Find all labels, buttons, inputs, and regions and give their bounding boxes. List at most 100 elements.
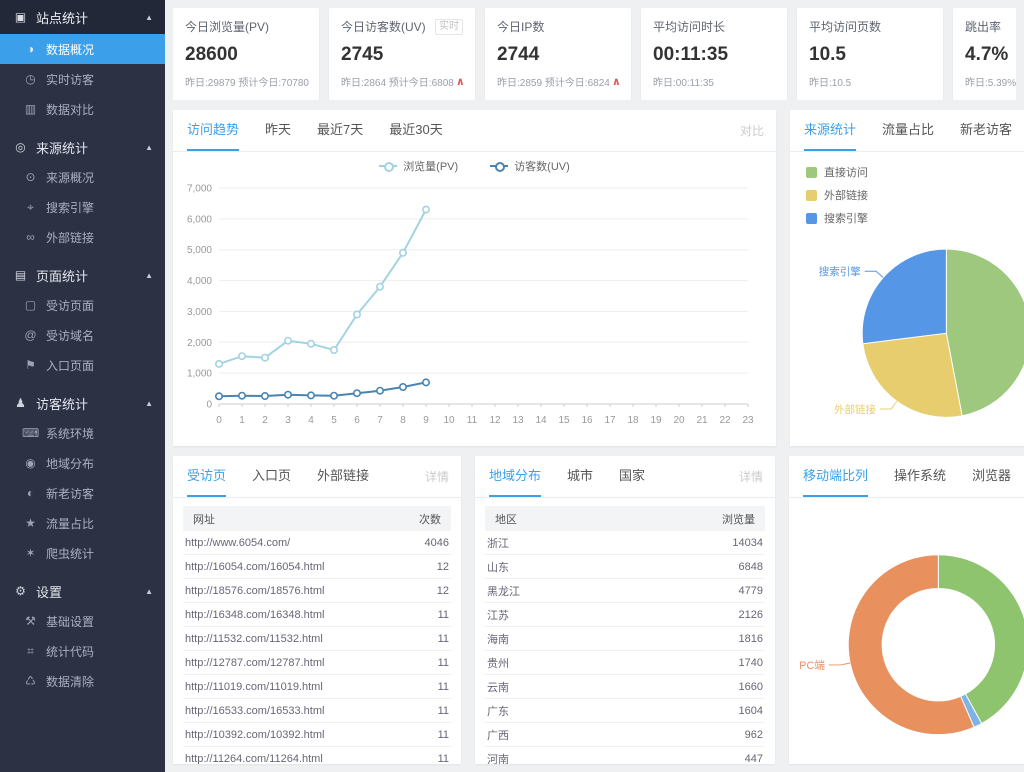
trend-tab[interactable]: 访问趋势 bbox=[187, 110, 239, 151]
sidebar-item[interactable]: ◎ 来源统计 ▲ bbox=[0, 132, 165, 162]
visited-tab[interactable]: 外部链接 bbox=[317, 456, 369, 497]
details-link[interactable]: 详情 bbox=[425, 456, 449, 498]
sidebar-item[interactable]: ◷ 实时访客 bbox=[0, 64, 165, 94]
sidebar-item[interactable]: ▥ 数据对比 bbox=[0, 94, 165, 124]
compare-link[interactable]: 对比 bbox=[740, 110, 764, 152]
svg-text:12: 12 bbox=[489, 415, 501, 426]
source-tab[interactable]: 来源统计 bbox=[804, 110, 856, 151]
table-row[interactable]: 广西 962 bbox=[485, 723, 765, 747]
table-row[interactable]: 海南 1816 bbox=[485, 627, 765, 651]
chevron-up-icon: ▲ bbox=[145, 13, 153, 22]
trend-panel: 访问趋势 昨天 最近7天 最近30天 对比 浏览量(PV) bbox=[173, 110, 776, 446]
sidebar-item[interactable]: ▢ 受访页面 bbox=[0, 290, 165, 320]
sidebar-item-icon: ◷ bbox=[22, 72, 39, 86]
region-tab[interactable]: 地域分布 bbox=[489, 456, 541, 497]
svg-text:1,000: 1,000 bbox=[187, 369, 212, 380]
sidebar-item[interactable]: ★ 流量占比 bbox=[0, 508, 165, 538]
trend-tab[interactable]: 最近30天 bbox=[389, 110, 442, 151]
sidebar-item[interactable]: ⌖ 搜索引擎 bbox=[0, 192, 165, 222]
sidebar-item-icon: ◐ bbox=[22, 486, 39, 500]
table-row[interactable]: http://16348.com/16348.html 11 bbox=[183, 603, 451, 627]
row-count: 1740 bbox=[739, 657, 763, 669]
stat-card-subtext: 昨日:2864 预计今日:6808 bbox=[341, 74, 454, 89]
stat-card: 今日IP数 2744 昨日:2859 预计今日:6824 ∧ bbox=[485, 8, 631, 100]
region-tab[interactable]: 国家 bbox=[619, 456, 645, 497]
sidebar-item[interactable]: ♟ 访客统计 ▲ bbox=[0, 388, 165, 418]
sidebar-item[interactable]: ⚙ 设置 ▲ bbox=[0, 576, 165, 606]
device-tab[interactable]: 浏览器 bbox=[972, 456, 1011, 497]
sidebar-item[interactable]: ◐ 新老访客 bbox=[0, 478, 165, 508]
row-count: 4779 bbox=[739, 585, 763, 597]
row-count: 11 bbox=[438, 705, 449, 717]
sidebar-item[interactable]: ◑ 数据概况 bbox=[0, 34, 165, 64]
legend-item[interactable]: 外部链接 bbox=[806, 187, 1024, 203]
source-tab[interactable]: 新老访客 bbox=[960, 110, 1012, 151]
visited-tab[interactable]: 受访页 bbox=[187, 456, 226, 497]
sidebar-item[interactable]: ⚑ 入口页面 bbox=[0, 350, 165, 380]
table-row[interactable]: 贵州 1740 bbox=[485, 651, 765, 675]
color-swatch-icon bbox=[806, 190, 817, 201]
trend-legend: 浏览量(PV) 访客数(UV) bbox=[173, 152, 776, 180]
trend-tab[interactable]: 最近7天 bbox=[317, 110, 363, 151]
table-row[interactable]: http://10392.com/10392.html 11 bbox=[183, 723, 451, 747]
stat-cards-row: 今日浏览量(PV) 28600 昨日:29879 预计今日:70780 今日访客… bbox=[173, 8, 1016, 100]
table-row[interactable]: 广东 1604 bbox=[485, 699, 765, 723]
sidebar-item[interactable]: ⌨ 系统环境 bbox=[0, 418, 165, 448]
visited-tab[interactable]: 入口页 bbox=[252, 456, 291, 497]
row-count: 12 bbox=[437, 585, 449, 597]
svg-text:7,000: 7,000 bbox=[187, 184, 212, 195]
device-tab[interactable]: 移动端比列 bbox=[803, 456, 868, 497]
stat-card-value: 2745 bbox=[341, 44, 463, 66]
table-row[interactable]: 黑龙江 4779 bbox=[485, 579, 765, 603]
svg-text:22: 22 bbox=[719, 415, 731, 426]
legend-label: 访客数(UV) bbox=[514, 158, 570, 174]
legend-item[interactable]: 访客数(UV) bbox=[490, 158, 570, 174]
sidebar-item[interactable]: ▤ 页面统计 ▲ bbox=[0, 260, 165, 290]
table-row[interactable]: http://18576.com/18576.html 12 bbox=[183, 579, 451, 603]
details-link[interactable]: 详情 bbox=[739, 456, 763, 498]
svg-text:20: 20 bbox=[673, 415, 685, 426]
table-row[interactable]: http://www.6054.com/ 4046 bbox=[183, 531, 451, 555]
legend-label: 直接访问 bbox=[824, 164, 868, 180]
legend-item[interactable]: 浏览量(PV) bbox=[379, 158, 458, 174]
row-count: 4046 bbox=[425, 537, 449, 549]
table-row[interactable]: http://11264.com/11264.html 11 bbox=[183, 747, 451, 764]
sidebar-item-label: 数据对比 bbox=[46, 101, 153, 118]
table-row[interactable]: 云南 1660 bbox=[485, 675, 765, 699]
table-row[interactable]: http://16054.com/16054.html 12 bbox=[183, 555, 451, 579]
table-row[interactable]: http://11019.com/11019.html 11 bbox=[183, 675, 451, 699]
row-count: 1604 bbox=[739, 705, 763, 717]
trend-tab[interactable]: 昨天 bbox=[265, 110, 291, 151]
table-row[interactable]: http://11532.com/11532.html 11 bbox=[183, 627, 451, 651]
stat-card-subtext: 昨日:2859 预计今日:6824 bbox=[497, 74, 610, 89]
row-url: http://11264.com/11264.html bbox=[185, 753, 323, 765]
stat-card: 今日浏览量(PV) 28600 昨日:29879 预计今日:70780 bbox=[173, 8, 319, 100]
visit-trend-line-chart: 01,0002,0003,0004,0005,0006,0007,0000123… bbox=[173, 180, 768, 430]
chevron-up-icon: ▲ bbox=[145, 271, 153, 280]
region-tab[interactable]: 城市 bbox=[567, 456, 593, 497]
table-row[interactable]: 江苏 2126 bbox=[485, 603, 765, 627]
sidebar-item[interactable]: ⊙ 来源概况 bbox=[0, 162, 165, 192]
sidebar-item[interactable]: ∞ 外部链接 bbox=[0, 222, 165, 252]
table-row[interactable]: 山东 6848 bbox=[485, 555, 765, 579]
table-row[interactable]: 河南 447 bbox=[485, 747, 765, 764]
table-row[interactable]: 浙江 14034 bbox=[485, 531, 765, 555]
svg-text:19: 19 bbox=[650, 415, 662, 426]
sidebar-item[interactable]: ⌗ 统计代码 bbox=[0, 636, 165, 666]
table-row[interactable]: http://12787.com/12787.html 11 bbox=[183, 651, 451, 675]
row-count: 11 bbox=[438, 681, 449, 693]
source-tab[interactable]: 流量占比 bbox=[882, 110, 934, 151]
legend-item[interactable]: 直接访问 bbox=[806, 164, 1024, 180]
sidebar-item[interactable]: ♺ 数据清除 bbox=[0, 666, 165, 696]
svg-text:16: 16 bbox=[581, 415, 593, 426]
table-row[interactable]: http://16533.com/16533.html 11 bbox=[183, 699, 451, 723]
sidebar-item-icon: ⌖ bbox=[22, 200, 39, 215]
sidebar-item[interactable]: ▣ 站点统计 ▲ bbox=[0, 0, 165, 34]
sidebar-item-label: 外部链接 bbox=[46, 229, 153, 246]
sidebar-item[interactable]: ✶ 爬虫统计 bbox=[0, 538, 165, 568]
device-tab[interactable]: 操作系统 bbox=[894, 456, 946, 497]
sidebar-item[interactable]: @ 受访域名 bbox=[0, 320, 165, 350]
sidebar-item[interactable]: ⚒ 基础设置 bbox=[0, 606, 165, 636]
sidebar-item[interactable]: ◉ 地域分布 bbox=[0, 448, 165, 478]
legend-item[interactable]: 搜索引擎 bbox=[806, 210, 1024, 226]
